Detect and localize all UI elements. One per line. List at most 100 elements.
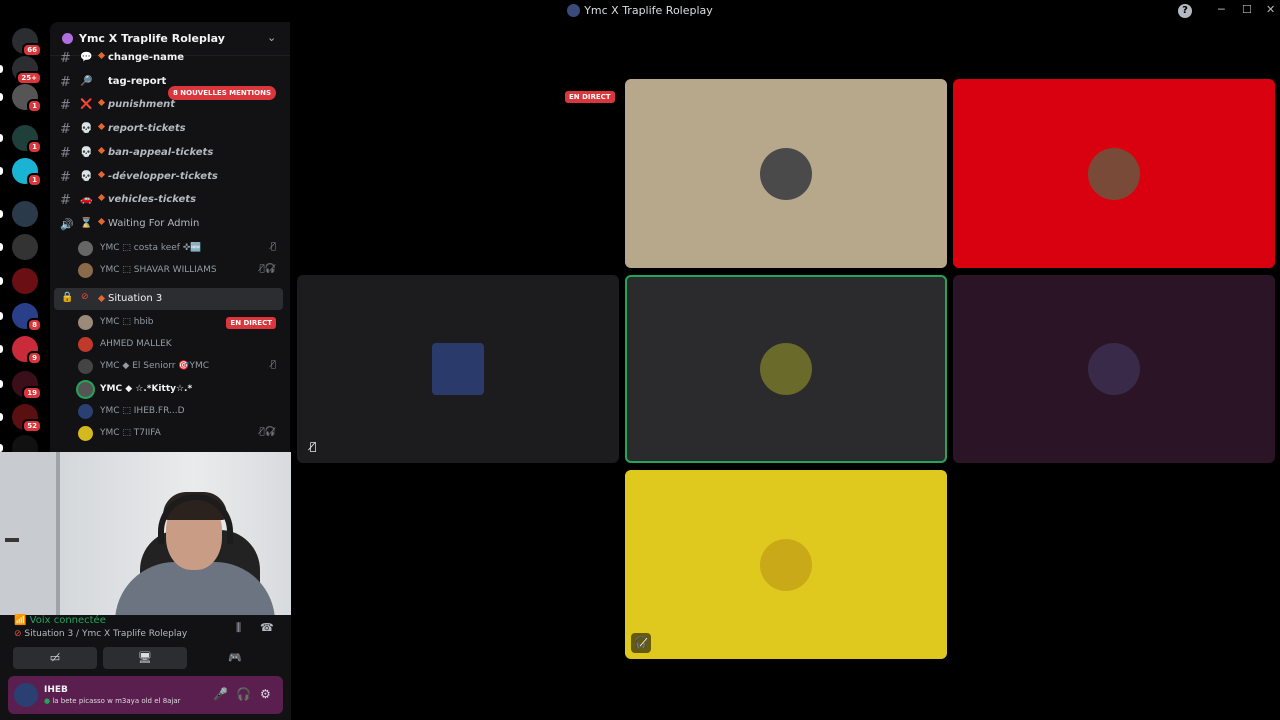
gamepad-icon: 🎮 bbox=[228, 651, 242, 664]
diamond-icon bbox=[97, 51, 106, 60]
server-dark-icon[interactable] bbox=[12, 234, 38, 260]
unread-pill bbox=[0, 167, 3, 175]
discord-home-icon[interactable]: 66 bbox=[12, 28, 42, 57]
server-1-icon[interactable]: 1 bbox=[12, 84, 42, 113]
user-name: IHEB bbox=[44, 685, 68, 695]
video-tile[interactable] bbox=[953, 275, 1275, 463]
avatar bbox=[78, 241, 93, 256]
voice-user[interactable]: YMC ⬚ costa keef ✜🆕 🎙̸ bbox=[77, 239, 282, 259]
server-blue-icon[interactable]: 8 bbox=[12, 303, 42, 332]
unread-pill bbox=[0, 380, 3, 388]
channel-emoji: 🚗 bbox=[80, 194, 93, 205]
mic-muted-icon: 🎙̸ bbox=[309, 440, 317, 453]
webcam-door bbox=[0, 452, 60, 615]
screen-share-button[interactable]: 🖥 bbox=[103, 647, 187, 669]
video-tile[interactable] bbox=[953, 79, 1275, 268]
voice-user[interactable]: AHMED MALLEK bbox=[77, 335, 282, 355]
gear-icon[interactable]: ⚙ bbox=[260, 687, 271, 701]
window-title: Ymc X Traplife Roleplay bbox=[0, 4, 1280, 17]
voice-channel-name: Situation 3 bbox=[108, 293, 163, 304]
server-pvp-icon[interactable]: 19 bbox=[12, 371, 42, 400]
avatar bbox=[760, 147, 812, 200]
hash-icon: # bbox=[60, 122, 71, 137]
live-badge: EN DIRECT bbox=[226, 317, 276, 329]
channel-emoji: 💀 bbox=[80, 147, 93, 158]
server-cyan-icon[interactable]: 1 bbox=[12, 158, 42, 187]
unread-badge: 1 bbox=[27, 140, 42, 154]
diamond-icon bbox=[97, 122, 106, 131]
notifications-icon[interactable]: 25+ bbox=[12, 56, 42, 85]
mentions-badge[interactable]: 8 nouvelles mentions bbox=[168, 86, 277, 100]
channel-ban-appeal-tickets[interactable]: # 💀 ban-appeal-tickets bbox=[54, 143, 284, 165]
unread-pill bbox=[0, 210, 3, 218]
help-icon[interactable]: ? bbox=[1178, 4, 1192, 18]
live-badge-text: EN DIRECT bbox=[226, 317, 276, 329]
channel-label: punishment bbox=[108, 99, 175, 110]
voice-user[interactable]: YMC ⬚ T7IIFA 🎙̸🎧̸ bbox=[77, 424, 282, 444]
unread-badge: 25+ bbox=[16, 71, 42, 85]
channel-emoji: 🔎 bbox=[80, 76, 93, 87]
server-ymc-icon[interactable] bbox=[12, 268, 38, 294]
user-name: YMC ⬚ hbib bbox=[100, 317, 154, 327]
unread-pill bbox=[0, 134, 3, 142]
guild-name: Ymc X Traplife Roleplay bbox=[79, 32, 225, 45]
hash-icon: # bbox=[60, 75, 71, 90]
video-tile[interactable]: 🎙̸ bbox=[297, 275, 619, 463]
minimize-icon[interactable]: ─ bbox=[1218, 3, 1225, 16]
hash-icon: # bbox=[60, 170, 71, 185]
guild-icon bbox=[62, 33, 73, 44]
microphone-icon[interactable]: 🎤 bbox=[213, 687, 228, 701]
channel-label: change-name bbox=[108, 52, 185, 63]
voice-channel-selected[interactable]: 🔒 ⊘ Situation 3 bbox=[54, 288, 283, 310]
user-name: AHMED MALLEK bbox=[100, 339, 172, 349]
maximize-icon[interactable]: ☐ bbox=[1242, 3, 1252, 16]
close-icon[interactable]: ✕ bbox=[1266, 3, 1275, 16]
diamond-icon bbox=[97, 170, 106, 179]
user-status: ● la bete picasso w m3aya old el 8ajar bbox=[44, 697, 181, 705]
activity-button[interactable]: 🎮 bbox=[193, 647, 277, 669]
user-name: YMC ⬚ costa keef ✜🆕 bbox=[100, 243, 202, 253]
video-tile-speaking[interactable] bbox=[625, 275, 947, 463]
voice-user[interactable]: YMC ⬚ IHEB.FR...D bbox=[77, 402, 282, 422]
voice-channel-info[interactable]: ⊘ Situation 3 / Ymc X Traplife Roleplay bbox=[14, 629, 187, 639]
unread-badge: 9 bbox=[27, 351, 42, 365]
unread-badge: 19 bbox=[22, 386, 42, 400]
voice-user[interactable]: YMC ◆ ☆.*Kitty☆.* bbox=[77, 380, 282, 400]
camera-off-button[interactable]: ▭̸ bbox=[13, 647, 97, 669]
live-badge-text: EN DIRECT bbox=[565, 91, 615, 103]
server-red-icon[interactable]: 9 bbox=[12, 336, 42, 365]
channel-change-name[interactable]: # 💬 change-name bbox=[54, 48, 284, 70]
voice-user[interactable]: YMC ⬚ SHAVAR WILLIAMS 🎙̸🎧̸ bbox=[77, 261, 282, 281]
server-ryk-icon[interactable]: 52 bbox=[12, 404, 42, 433]
no-entry-icon: ⊘ bbox=[81, 292, 89, 302]
user-name: YMC ⬚ IHEB.FR...D bbox=[100, 406, 185, 416]
avatar bbox=[432, 343, 484, 395]
server-serena-icon[interactable] bbox=[12, 201, 38, 227]
channel-waiting-for-admin[interactable]: 🔊 ⌛ Waiting For Admin bbox=[54, 214, 284, 236]
channel-report-tickets[interactable]: # 💀 report-tickets bbox=[54, 119, 284, 141]
user-panel: IHEB ● la bete picasso w m3aya old el 8a… bbox=[8, 676, 283, 714]
video-tile[interactable]: 🎧̸ bbox=[625, 470, 947, 659]
avatar bbox=[1088, 147, 1140, 200]
headphones-icon[interactable]: 🎧 bbox=[236, 687, 251, 701]
unread-pill bbox=[0, 243, 3, 251]
server-add-icon[interactable]: 1 bbox=[12, 125, 42, 154]
voice-user[interactable]: YMC ◆ El Seniorr 🎯YMC 🎙̸ bbox=[77, 357, 282, 377]
unread-badge: 1 bbox=[27, 173, 42, 187]
unread-pill bbox=[0, 345, 3, 353]
disconnect-icon[interactable]: ☎ bbox=[260, 621, 274, 634]
chevron-down-icon[interactable]: ⌄ bbox=[267, 31, 276, 44]
user-name: YMC ◆ ☆.*Kitty☆.* bbox=[100, 384, 193, 394]
diamond-icon bbox=[97, 146, 106, 155]
camera-off-icon: ▭̸ bbox=[49, 651, 61, 664]
channel-vehicles-tickets[interactable]: # 🚗 vehicles-tickets bbox=[54, 190, 284, 212]
server-kick-icon[interactable] bbox=[12, 435, 38, 452]
avatar[interactable] bbox=[14, 683, 38, 707]
channel-developper-tickets[interactable]: # 💀 -développer-tickets bbox=[54, 167, 284, 189]
voice-user[interactable]: YMC ⬚ hbib EN DIRECT bbox=[77, 313, 282, 333]
channel-label: ban-appeal-tickets bbox=[108, 147, 214, 158]
unread-badge: 8 bbox=[27, 318, 42, 332]
video-tile[interactable] bbox=[625, 79, 947, 268]
noise-suppression-icon[interactable]: ⫼ bbox=[236, 621, 241, 635]
channel-label: -développer-tickets bbox=[108, 171, 218, 182]
